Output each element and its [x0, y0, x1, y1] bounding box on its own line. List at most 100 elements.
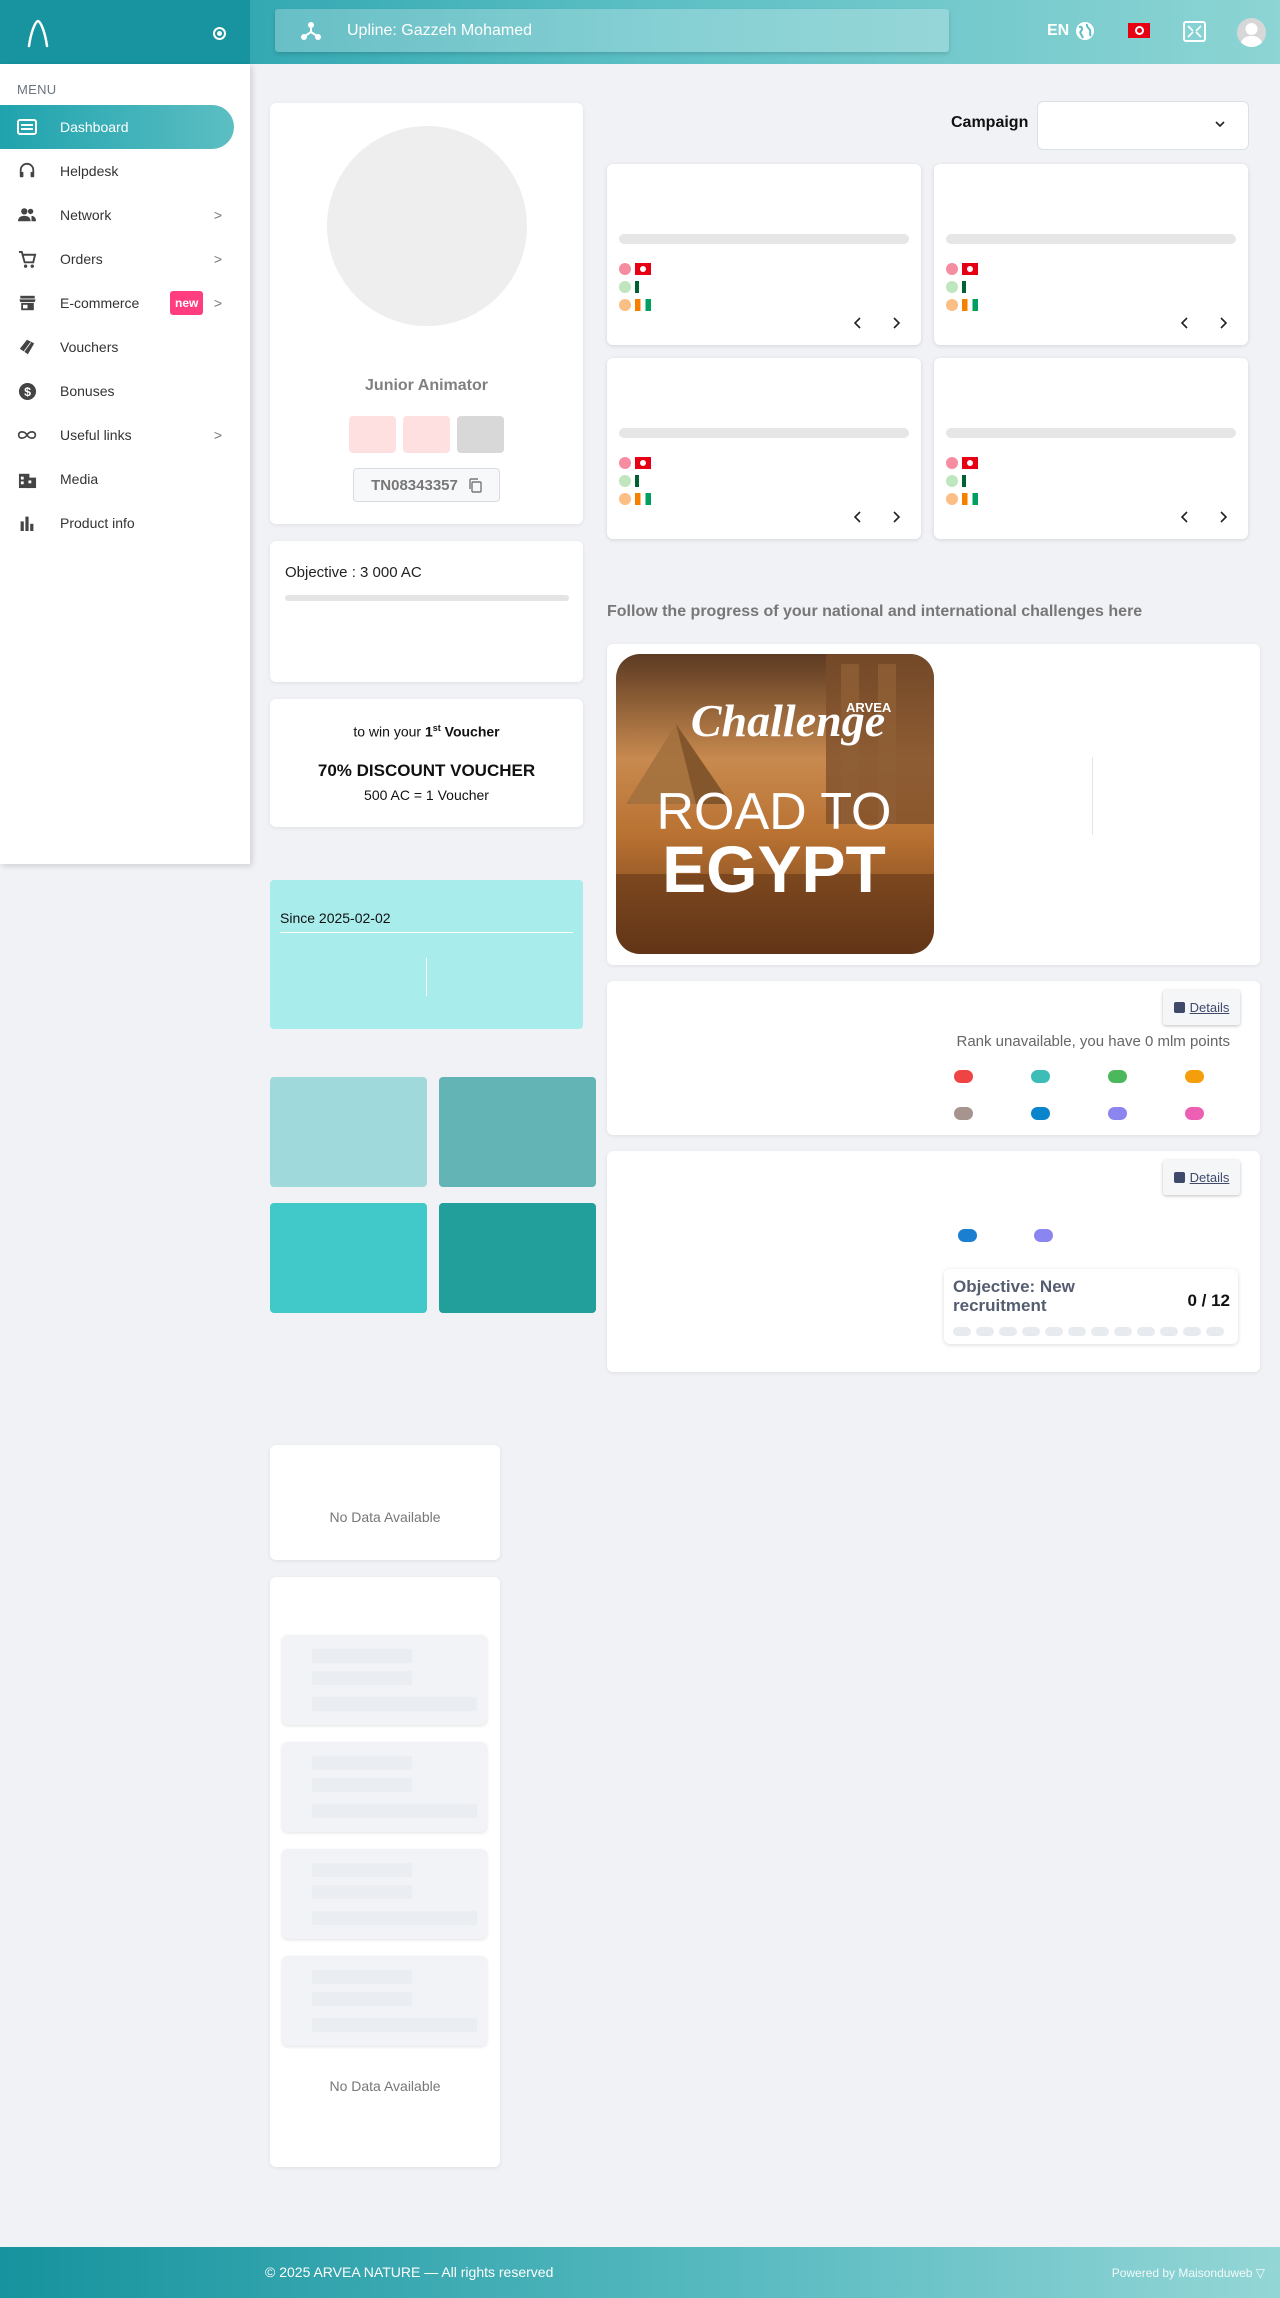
rank-legend-pill	[1185, 1070, 1204, 1083]
svg-text:Challenge: Challenge	[691, 695, 885, 746]
sidebar-item-ecommerce[interactable]: E-commerce new >	[0, 281, 234, 325]
chevron-right-icon[interactable]	[1216, 510, 1230, 524]
cart-icon	[17, 249, 37, 269]
rank-legend-pill	[954, 1107, 973, 1120]
sidebar-item-product-info[interactable]: Product info	[0, 501, 234, 545]
ivory-coast-flag-icon	[962, 299, 978, 311]
recruitment-progress	[953, 1327, 1224, 1336]
fullscreen-icon[interactable]	[1183, 21, 1206, 42]
store-icon	[17, 293, 37, 313]
chevron-right-icon: >	[213, 295, 222, 311]
recruitment-card: Details Objective: New recruitment 0 / 1…	[607, 1151, 1260, 1372]
stat-tile[interactable]	[439, 1077, 596, 1187]
since-text: Since 2025-02-02	[280, 910, 391, 926]
rank-pill	[403, 416, 450, 453]
rank-status-text: Rank unavailable, you have 0 mlm points	[956, 1033, 1231, 1050]
member-id: TN08343357	[371, 476, 458, 494]
stat-tile[interactable]	[270, 1203, 427, 1313]
svg-text:$: $	[24, 384, 31, 398]
sidebar-item-label: Useful links	[60, 427, 132, 443]
menu-title: MENU	[17, 82, 57, 97]
upline-text: Upline: Gazzeh Mohamed	[347, 21, 532, 39]
recruit-legend-pill	[1034, 1229, 1053, 1242]
headset-icon	[17, 161, 37, 181]
footer-copyright: © 2025 ARVEA NATURE — All rights reserve…	[265, 2264, 554, 2280]
language-selector[interactable]: EN	[1047, 21, 1095, 41]
chevron-right-icon: >	[213, 427, 222, 443]
sidebar: MENU Dashboard Helpdesk Network > Orders…	[0, 64, 250, 864]
algeria-flag-icon	[962, 281, 970, 293]
chevron-left-icon[interactable]	[851, 316, 865, 330]
campaign-select[interactable]	[1037, 101, 1249, 150]
challenge-card: ARVEA Challenge ROAD TO EGYPT	[607, 644, 1260, 965]
sidebar-item-vouchers[interactable]: Vouchers	[0, 325, 234, 369]
top-bar: Upline: Gazzeh Mohamed EN	[0, 0, 1280, 64]
tunisia-flag-icon[interactable]	[1128, 23, 1150, 38]
recruitment-objective: Objective: New recruitment 0 / 12	[944, 1269, 1238, 1344]
chevron-right-icon[interactable]	[1216, 316, 1230, 330]
sidebar-item-label: Vouchers	[60, 339, 119, 355]
brand-logo-icon[interactable]	[26, 18, 50, 48]
people-icon	[17, 205, 37, 225]
campaign-card	[607, 358, 921, 539]
user-avatar-icon[interactable]	[1237, 18, 1266, 47]
campaign-progress-bar	[619, 234, 909, 244]
footer: © 2025 ARVEA NATURE — All rights reserve…	[0, 2247, 1280, 2298]
challenge-banner-image[interactable]: ARVEA Challenge ROAD TO EGYPT	[616, 654, 934, 954]
campaign-progress-bar	[946, 428, 1236, 438]
chevron-right-icon[interactable]	[889, 510, 903, 524]
divider	[426, 958, 427, 996]
divider	[1092, 757, 1093, 835]
rank-legend-pill	[1108, 1070, 1127, 1083]
rank-legend-pill	[1185, 1107, 1204, 1120]
tunisia-flag-icon	[962, 263, 978, 275]
empty-panel: No Data Available	[270, 1445, 500, 1560]
algeria-flag-icon	[635, 281, 643, 293]
media-icon	[17, 469, 37, 489]
ivory-coast-flag-icon	[962, 493, 978, 505]
chevron-right-icon: >	[213, 251, 222, 267]
rank-legend-pill	[1108, 1107, 1127, 1120]
footer-powered-by[interactable]: Powered by Maisonduweb ▽	[1112, 2266, 1265, 2280]
chevron-left-icon[interactable]	[1178, 510, 1192, 524]
stat-tile[interactable]	[439, 1203, 596, 1313]
objective-progress-bar	[285, 595, 569, 601]
language-code: EN	[1047, 22, 1070, 39]
chevron-left-icon[interactable]	[1178, 316, 1192, 330]
copy-icon[interactable]	[468, 477, 482, 493]
campaign-label: Campaign	[951, 114, 1029, 131]
sidebar-item-label: Bonuses	[60, 383, 115, 399]
profile-card: Junior Animator TN08343357	[270, 103, 583, 524]
sidebar-item-label: Helpdesk	[60, 163, 119, 179]
campaign-card	[934, 164, 1248, 345]
sidebar-item-helpdesk[interactable]: Helpdesk	[0, 149, 234, 193]
sidebar-item-network[interactable]: Network >	[0, 193, 234, 237]
member-id-field[interactable]: TN08343357	[353, 468, 500, 502]
voucher-card: to win your 1st Voucher 70% DISCOUNT VOU…	[270, 699, 583, 827]
rank-pill	[349, 416, 396, 453]
sidebar-item-bonuses[interactable]: $ Bonuses	[0, 369, 234, 413]
profile-avatar	[327, 126, 527, 326]
campaign-card	[934, 358, 1248, 539]
stat-tile[interactable]	[270, 1077, 427, 1187]
sidebar-item-label: Network	[60, 207, 112, 223]
loading-panel: No Data Available	[270, 1577, 500, 2167]
details-button[interactable]: Details	[1163, 990, 1240, 1025]
profile-rank: Junior Animator	[365, 377, 488, 394]
rank-pill	[457, 416, 504, 453]
recruitment-title: Objective: New recruitment	[953, 1277, 1075, 1315]
sidebar-item-label: Media	[60, 471, 99, 487]
sidebar-item-dashboard[interactable]: Dashboard	[0, 105, 234, 149]
sidebar-item-media[interactable]: Media	[0, 457, 234, 501]
campaign-progress-bar	[946, 234, 1236, 244]
dashboard-icon	[17, 117, 37, 137]
sidebar-item-useful-links[interactable]: Useful links >	[0, 413, 234, 457]
rank-legend-pill	[954, 1070, 973, 1083]
radio-dot-icon[interactable]	[213, 27, 226, 40]
new-badge: new	[170, 291, 204, 315]
details-button[interactable]: Details	[1163, 1160, 1240, 1195]
no-data-text: No Data Available	[329, 2078, 441, 2094]
sidebar-item-orders[interactable]: Orders >	[0, 237, 234, 281]
chevron-right-icon[interactable]	[889, 316, 903, 330]
chevron-left-icon[interactable]	[851, 510, 865, 524]
